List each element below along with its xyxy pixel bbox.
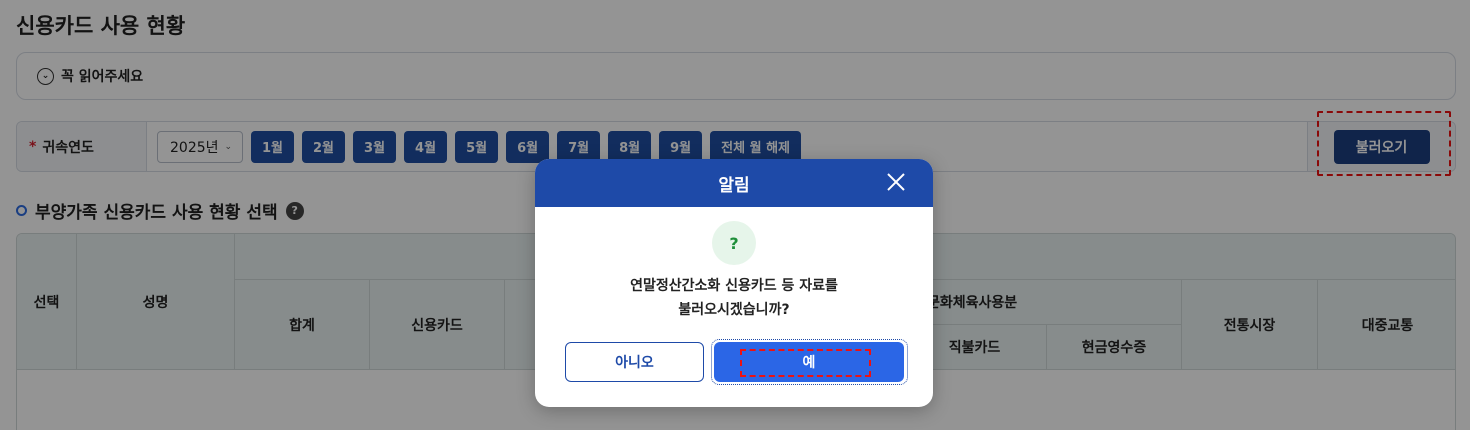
dialog-message-line2: 불러오시겠습니까?	[678, 302, 790, 318]
yes-button-highlight	[740, 349, 871, 377]
no-button[interactable]: 아니오	[565, 342, 704, 382]
close-icon[interactable]	[885, 171, 907, 193]
dialog-message-line1: 연말정산간소화 신용카드 등 자료를	[630, 278, 838, 294]
question-icon: ?	[712, 221, 756, 265]
dialog-title: 알림	[718, 175, 750, 196]
dialog-header: 알림	[535, 159, 933, 207]
dialog-message: 연말정산간소화 신용카드 등 자료를 불러오시겠습니까?	[535, 274, 933, 322]
alert-dialog: 알림 ? 연말정산간소화 신용카드 등 자료를 불러오시겠습니까? 아니오 예	[535, 159, 933, 407]
